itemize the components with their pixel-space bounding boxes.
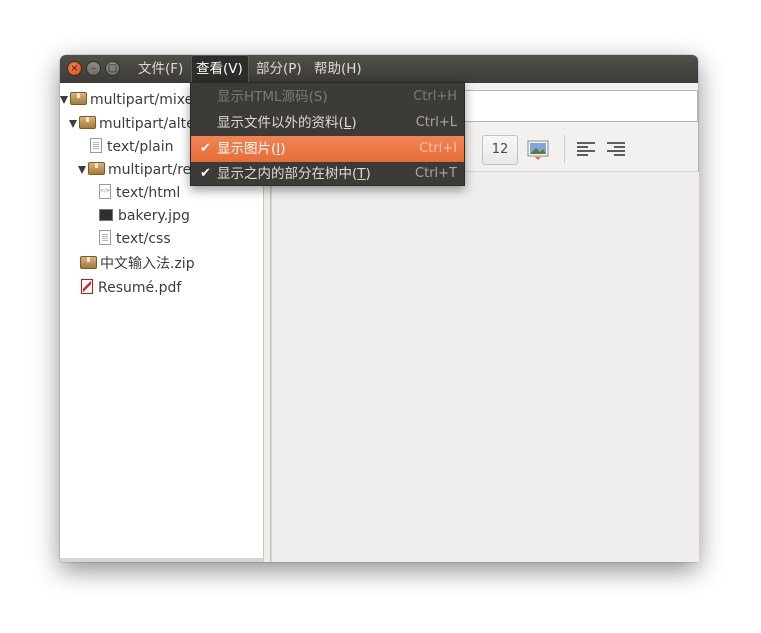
align-left-icon[interactable] [577, 142, 595, 156]
tree-item-text-plain[interactable]: text/plain [90, 136, 173, 158]
minimize-window-button[interactable]: – [86, 61, 101, 76]
html-file-icon [99, 184, 111, 199]
view-menu-dropdown: 显示HTML源码(S) Ctrl+H 显示文件以外的资料(L) Ctrl+L ✔… [190, 82, 465, 186]
tree-item-label: text/css [116, 231, 171, 247]
tree-item-label: text/html [116, 185, 181, 201]
tree-item-bakery-jpg[interactable]: bakery.jpg [99, 205, 190, 227]
menu-item-show-inline-parts-in-tree[interactable]: ✔ 显示之内的部分在树中(T) Ctrl+T [191, 161, 464, 187]
menu-part[interactable]: 部分(P) [252, 55, 306, 83]
menu-item-show-images[interactable]: ✔ 显示图片(I) Ctrl+I [191, 136, 464, 162]
package-icon [79, 116, 96, 129]
font-size-button[interactable]: 12 [482, 135, 518, 165]
tree-item-multipart-mixed[interactable]: multipart/mixed [60, 89, 202, 111]
title-bar: × – □ 文件(F) 查看(V) 部分(P) 帮助(H) [60, 55, 698, 83]
tree-item-label: Resumé.pdf [98, 280, 182, 296]
expander-down-icon[interactable] [69, 120, 77, 128]
insert-image-icon[interactable] [527, 139, 549, 161]
menu-help[interactable]: 帮助(H) [310, 55, 366, 83]
horizontal-scrollbar[interactable] [60, 558, 263, 562]
close-window-button[interactable]: × [67, 61, 82, 76]
image-file-icon [99, 209, 113, 221]
pdf-file-icon [81, 279, 93, 294]
tree-item-resume-pdf[interactable]: Resumé.pdf [81, 277, 181, 299]
tree-item-zip[interactable]: 中文输入法.zip [80, 253, 195, 275]
menu-item-show-non-file-parts[interactable]: 显示文件以外的资料(L) Ctrl+L [191, 110, 464, 136]
menu-file[interactable]: 文件(F) [134, 55, 187, 83]
tree-item-label: text/plain [107, 139, 174, 155]
align-right-icon[interactable] [607, 142, 625, 156]
tree-item-label: 中文输入法.zip [100, 256, 195, 272]
menu-item-label: 显示图片(I) [217, 141, 286, 157]
tree-item-text-css[interactable]: text/css [99, 228, 171, 250]
menu-item-label: 显示HTML源码(S) [217, 89, 328, 105]
checkmark-icon: ✔ [200, 141, 211, 156]
checkmark-icon: ✔ [200, 166, 211, 181]
preview-area[interactable] [271, 172, 699, 562]
shortcut-label: Ctrl+H [413, 89, 457, 104]
package-icon [88, 162, 105, 175]
tree-item-text-html[interactable]: text/html [99, 182, 180, 204]
menu-view[interactable]: 查看(V) [191, 55, 249, 83]
text-file-icon [90, 138, 102, 153]
shortcut-label: Ctrl+I [419, 141, 457, 156]
package-icon [70, 92, 87, 105]
package-icon [80, 256, 97, 269]
menu-item-label: 显示文件以外的资料(L) [217, 115, 357, 131]
shortcut-label: Ctrl+T [415, 166, 457, 181]
expander-down-icon[interactable] [60, 96, 68, 104]
shortcut-label: Ctrl+L [415, 115, 457, 130]
tree-item-label: bakery.jpg [118, 208, 190, 224]
toolbar-separator [564, 135, 565, 163]
css-file-icon [99, 230, 111, 245]
menu-item-show-html-source[interactable]: 显示HTML源码(S) Ctrl+H [191, 84, 464, 110]
menu-item-label: 显示之内的部分在树中(T) [217, 166, 371, 182]
tree-item-label: multipart/mixed [90, 92, 203, 108]
maximize-window-button[interactable]: □ [105, 61, 120, 76]
expander-down-icon[interactable] [78, 166, 86, 174]
